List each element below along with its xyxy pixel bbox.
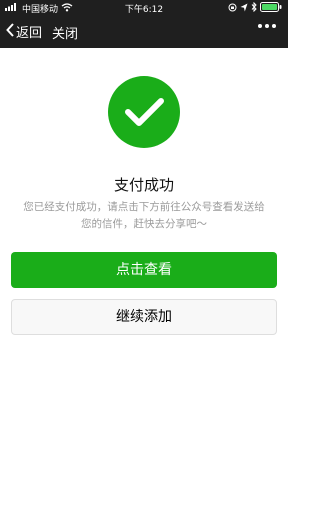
close-button[interactable]: 关闭 <box>52 23 78 42</box>
view-button[interactable]: 点击查看 <box>11 252 277 288</box>
back-label: 返回 <box>16 26 43 41</box>
result-description: 您已经支付成功，请点击下方前往公众号查看发送给 您的信件，赶快去分享吧～ <box>14 199 274 233</box>
more-icon[interactable] <box>258 24 276 28</box>
success-check-icon <box>108 76 180 148</box>
chevron-left-icon <box>6 22 14 41</box>
description-line-1: 您已经支付成功，请点击下方前往公众号查看发送给 <box>23 201 265 213</box>
orientation-lock-icon <box>228 3 237 15</box>
status-bar: 中国移动 下午6:12 <box>0 0 288 15</box>
continue-add-button[interactable]: 继续添加 <box>11 299 277 335</box>
top-bar: 中国移动 下午6:12 返回 关闭 <box>0 0 288 48</box>
bluetooth-icon <box>251 1 257 15</box>
location-icon <box>240 3 248 15</box>
result-title: 支付成功 <box>113 176 174 194</box>
nav-bar: 返回 关闭 <box>0 15 288 48</box>
status-right <box>228 1 282 15</box>
battery-icon <box>260 2 282 15</box>
back-button[interactable]: 返回 <box>6 22 42 41</box>
description-line-2: 您的信件，赶快去分享吧～ <box>81 218 207 230</box>
